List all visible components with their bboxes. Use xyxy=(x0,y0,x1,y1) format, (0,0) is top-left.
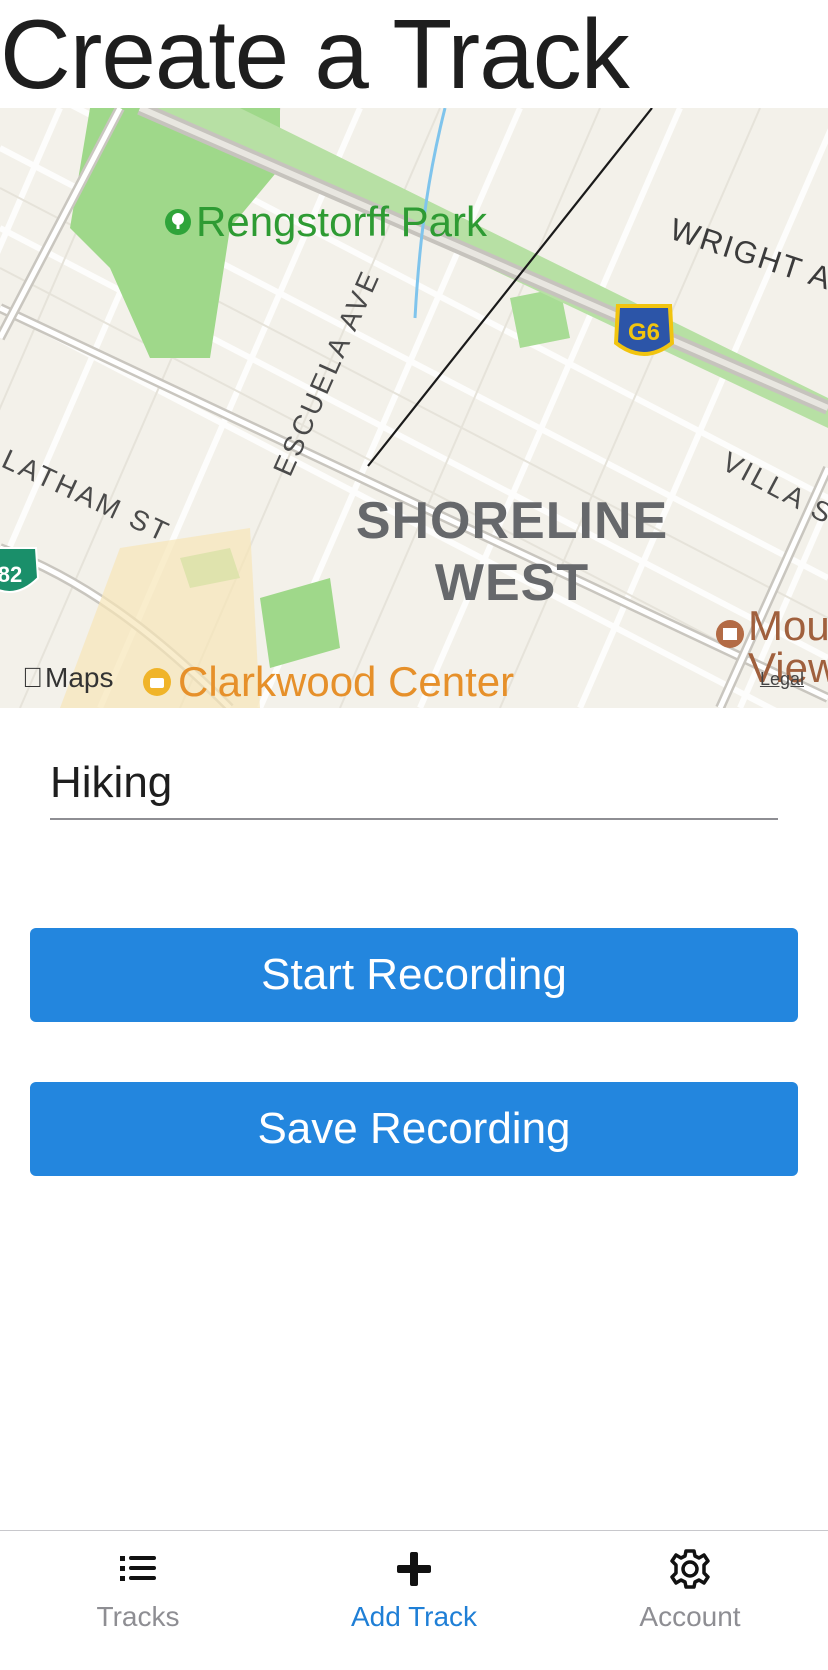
plus-icon xyxy=(397,1545,431,1593)
gear-icon xyxy=(667,1545,713,1593)
start-recording-button[interactable]: Start Recording xyxy=(30,928,798,1022)
maps-attribution-label: Maps xyxy=(24,662,113,693)
route-shield-g6-label: G6 xyxy=(628,319,660,346)
apple-logo-icon:  xyxy=(22,662,43,694)
clarkwood-label: Clarkwood Center xyxy=(178,658,514,705)
city-label-line1: Mou xyxy=(748,602,828,649)
map-canvas[interactable]: Rengstorff Park WRIGHT A ESCUELA AVE LAT… xyxy=(0,108,828,708)
page-title: Create a Track xyxy=(0,0,630,109)
tab-add-track-label: Add Track xyxy=(350,1601,478,1632)
tab-account-label: Account xyxy=(639,1601,741,1632)
save-recording-button[interactable]: Save Recording xyxy=(30,1082,798,1176)
district-label-line2: WEST xyxy=(435,554,589,612)
tab-account[interactable]: Account xyxy=(552,1531,828,1670)
tab-add-track[interactable]: Add Track xyxy=(276,1531,552,1670)
tab-bar: Tracks Add Track Account xyxy=(0,1530,828,1670)
list-icon xyxy=(120,1545,156,1593)
park-label: Rengstorff Park xyxy=(196,198,488,245)
legal-link[interactable]: Legal xyxy=(760,669,804,690)
tab-tracks[interactable]: Tracks xyxy=(0,1531,276,1670)
route-shield-82-label: 82 xyxy=(0,562,22,587)
business-marker-icon xyxy=(143,668,171,696)
park-marker-icon xyxy=(165,209,191,235)
track-name-input[interactable] xyxy=(50,748,778,820)
map-view[interactable]: Rengstorff Park WRIGHT A ESCUELA AVE LAT… xyxy=(0,108,828,708)
tab-tracks-label: Tracks xyxy=(96,1601,180,1632)
city-hall-marker-icon xyxy=(716,620,744,648)
district-label-line1: SHORELINE xyxy=(356,492,668,550)
maps-attribution:  Maps xyxy=(22,662,113,694)
